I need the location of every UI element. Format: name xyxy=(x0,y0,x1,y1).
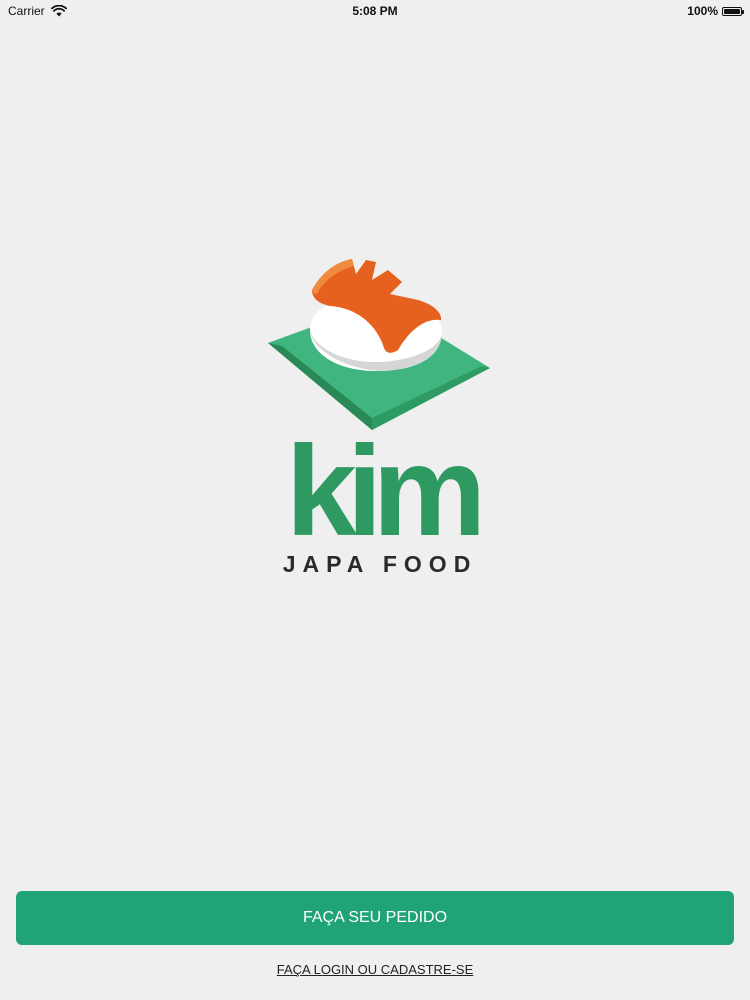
place-order-button[interactable]: FAÇA SEU PEDIDO xyxy=(16,891,734,945)
status-bar: Carrier 5:08 PM 100% xyxy=(0,0,750,22)
battery-percent: 100% xyxy=(687,4,718,18)
status-right: 100% xyxy=(687,4,744,18)
wifi-icon xyxy=(50,5,67,17)
sushi-logo-icon xyxy=(268,259,490,430)
login-signup-link[interactable]: FAÇA LOGIN OU CADASTRE-SE xyxy=(0,962,750,977)
logo-wordmark: kim xyxy=(285,420,487,563)
carrier-label: Carrier xyxy=(8,4,45,18)
battery-icon xyxy=(722,6,744,16)
status-left: Carrier xyxy=(8,4,67,18)
clock: 5:08 PM xyxy=(352,4,398,18)
logo-tagline: JAPA FOOD xyxy=(282,551,478,577)
brand-logo: kim JAPA FOOD xyxy=(260,250,500,580)
